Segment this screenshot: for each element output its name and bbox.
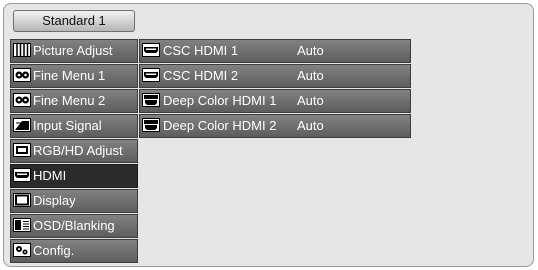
- menu-item-label: Input Signal: [33, 118, 102, 133]
- menu-item-input-signal[interactable]: Input Signal: [10, 114, 138, 138]
- setting-label: Deep Color HDMI 1: [163, 93, 277, 108]
- config-icon: [13, 243, 31, 257]
- setting-label: Deep Color HDMI 2: [163, 118, 277, 133]
- setting-csc-hdmi-2[interactable]: CSC HDMI 2 Auto: [139, 64, 411, 88]
- menu-item-rgb-hd-adjust[interactable]: RGB/HD Adjust: [10, 139, 138, 163]
- menu-item-fine-menu-1[interactable]: Fine Menu 1: [10, 64, 138, 88]
- main-menu: Picture Adjust Fine Menu 1 Fine Menu 2 I…: [10, 39, 138, 264]
- setting-label: CSC HDMI 2: [163, 68, 239, 83]
- input-signal-icon: [13, 118, 31, 132]
- setting-label: CSC HDMI 1: [163, 43, 239, 58]
- menu-item-fine-menu-2[interactable]: Fine Menu 2: [10, 89, 138, 113]
- hdmi-icon: [13, 168, 31, 182]
- menu-item-display[interactable]: Display: [10, 189, 138, 213]
- deep-color-icon: [142, 92, 160, 107]
- menu-item-config[interactable]: Config.: [10, 239, 138, 263]
- menu-item-label: OSD/Blanking: [33, 218, 115, 233]
- osd-blanking-icon: [13, 218, 31, 232]
- setting-deep-color-hdmi-2[interactable]: Deep Color HDMI 2 Auto: [139, 114, 411, 138]
- picture-adjust-icon: [13, 43, 31, 57]
- menu-item-label: Config.: [33, 243, 75, 258]
- menu-item-osd-blanking[interactable]: OSD/Blanking: [10, 214, 138, 238]
- setting-value: Auto: [297, 43, 324, 58]
- hdmi-connector-icon: [142, 42, 160, 57]
- setting-value: Auto: [297, 93, 324, 108]
- display-icon: [13, 193, 31, 207]
- menu-item-label: Picture Adjust: [33, 43, 113, 58]
- menu-item-label: Fine Menu 1: [33, 68, 106, 83]
- menu-item-label: RGB/HD Adjust: [33, 143, 123, 158]
- menu-item-picture-adjust[interactable]: Picture Adjust: [10, 39, 138, 63]
- hdmi-connector-icon: [142, 67, 160, 82]
- deep-color-icon: [142, 117, 160, 132]
- fine-menu-icon: [13, 93, 31, 107]
- menu-item-label: Fine Menu 2: [33, 93, 106, 108]
- tab-standard-1[interactable]: Standard 1: [13, 10, 135, 32]
- menu-item-label: HDMI: [33, 168, 67, 183]
- setting-deep-color-hdmi-1[interactable]: Deep Color HDMI 1 Auto: [139, 89, 411, 113]
- menu-item-hdmi[interactable]: HDMI: [10, 164, 138, 188]
- setting-csc-hdmi-1[interactable]: CSC HDMI 1 Auto: [139, 39, 411, 63]
- rgb-hd-adjust-icon: [13, 143, 31, 157]
- fine-menu-icon: [13, 68, 31, 82]
- setting-value: Auto: [297, 118, 324, 133]
- menu-item-label: Display: [33, 193, 76, 208]
- hdmi-settings-list: CSC HDMI 1 Auto CSC HDMI 2 Auto Deep Col…: [139, 39, 411, 139]
- setting-value: Auto: [297, 68, 324, 83]
